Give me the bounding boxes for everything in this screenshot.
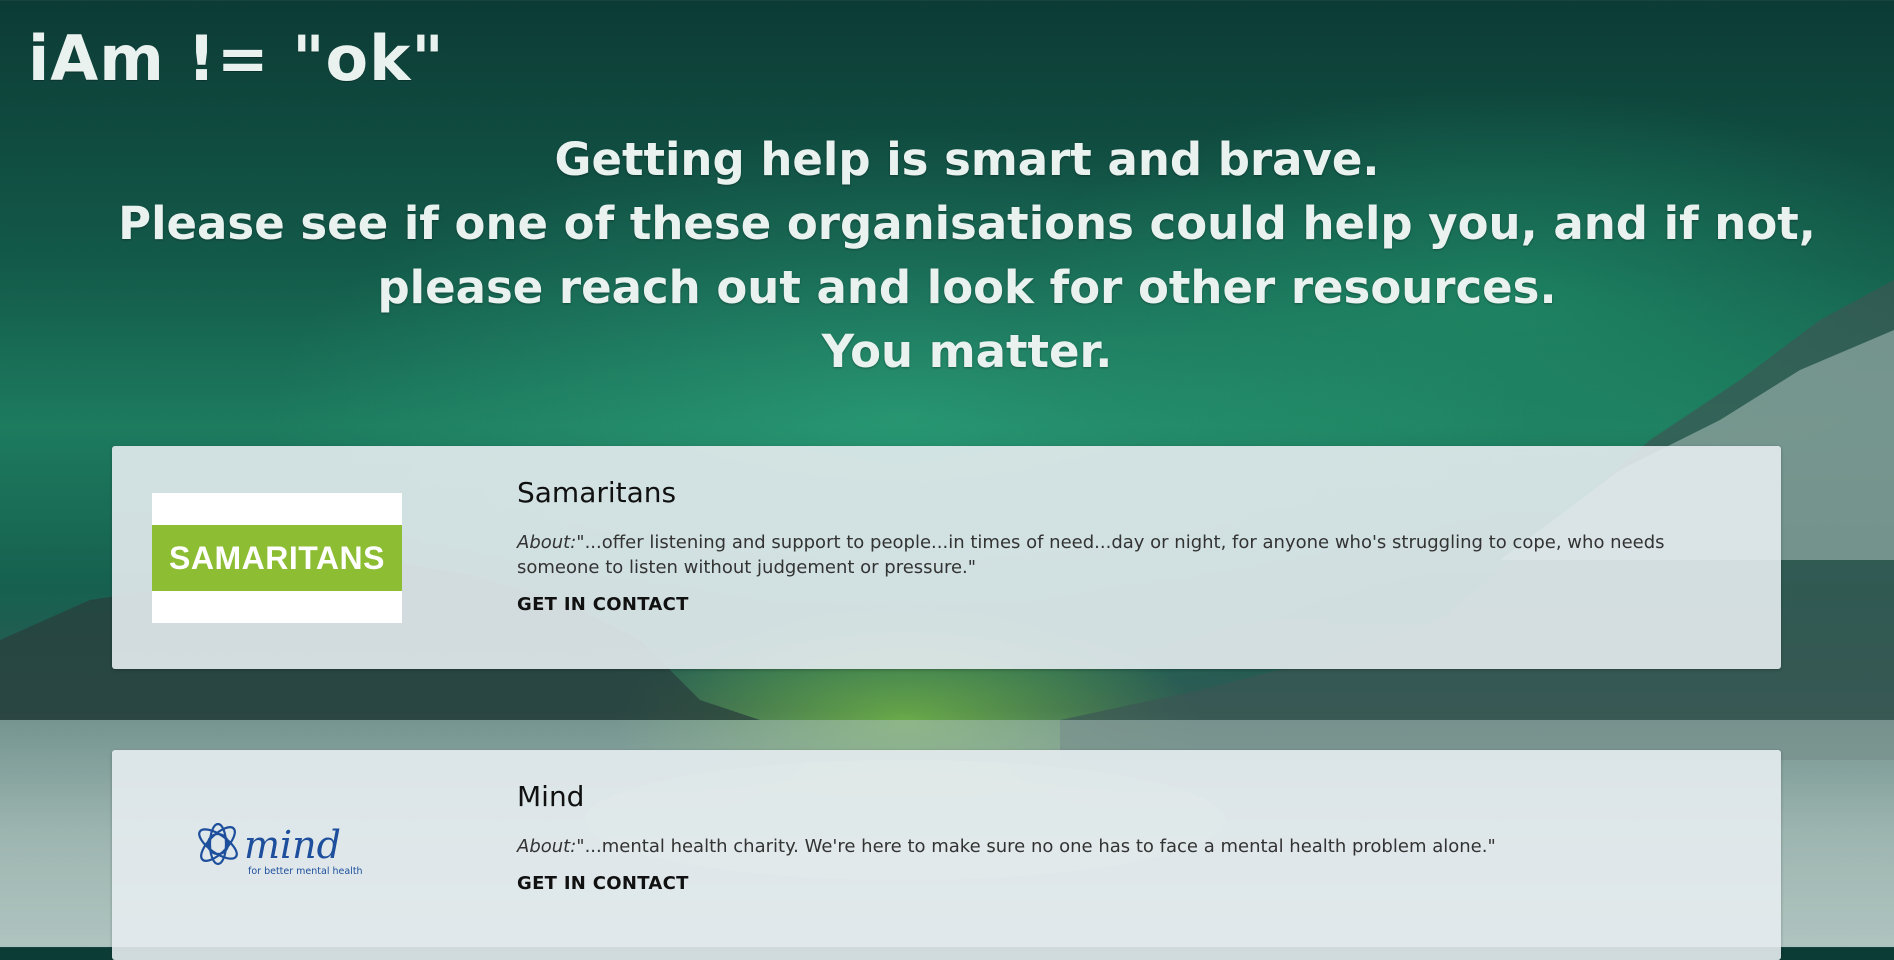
organisation-about: About:"...offer listening and support to…	[517, 530, 1721, 580]
samaritans-logo-mark	[378, 577, 380, 591]
mind-logo-tagline: for better mental health	[248, 866, 362, 877]
about-text: "...offer listening and support to peopl…	[517, 532, 1665, 578]
organisation-about: About:"...mental health charity. We're h…	[517, 834, 1721, 859]
mind-logo: mind for better mental health	[198, 822, 362, 877]
samaritans-logo-text: SAMARITANS	[152, 525, 402, 591]
hero-line-3: You matter.	[821, 325, 1113, 378]
samaritans-logo: SAMARITANS	[152, 493, 402, 623]
samaritans-logo-mark	[174, 525, 176, 539]
about-text: "...mental health charity. We're here to…	[576, 836, 1496, 857]
get-in-contact-link[interactable]: GET IN CONTACT	[517, 594, 689, 615]
hero-line-1: Getting help is smart and brave.	[554, 133, 1380, 186]
site-logo[interactable]: iAm != "ok"	[28, 28, 445, 90]
hero-line-2: Please see if one of these organisations…	[118, 197, 1816, 314]
get-in-contact-link[interactable]: GET IN CONTACT	[517, 873, 689, 894]
organisation-card-samaritans: SAMARITANS Samaritans About:"...offer li…	[112, 446, 1781, 669]
mind-logo-wordmark: mind	[244, 823, 341, 867]
organisation-name: Samaritans	[517, 476, 677, 509]
about-label: About:	[517, 836, 577, 857]
organisation-name: Mind	[517, 780, 585, 813]
about-label: About:	[517, 532, 577, 553]
card-body: Mind About:"...mental health charity. We…	[517, 780, 1721, 894]
card-body: Samaritans About:"...offer listening and…	[517, 476, 1721, 615]
organisation-card-mind: mind for better mental health Mind About…	[112, 750, 1781, 960]
hero-message: Getting help is smart and brave. Please …	[80, 128, 1854, 384]
